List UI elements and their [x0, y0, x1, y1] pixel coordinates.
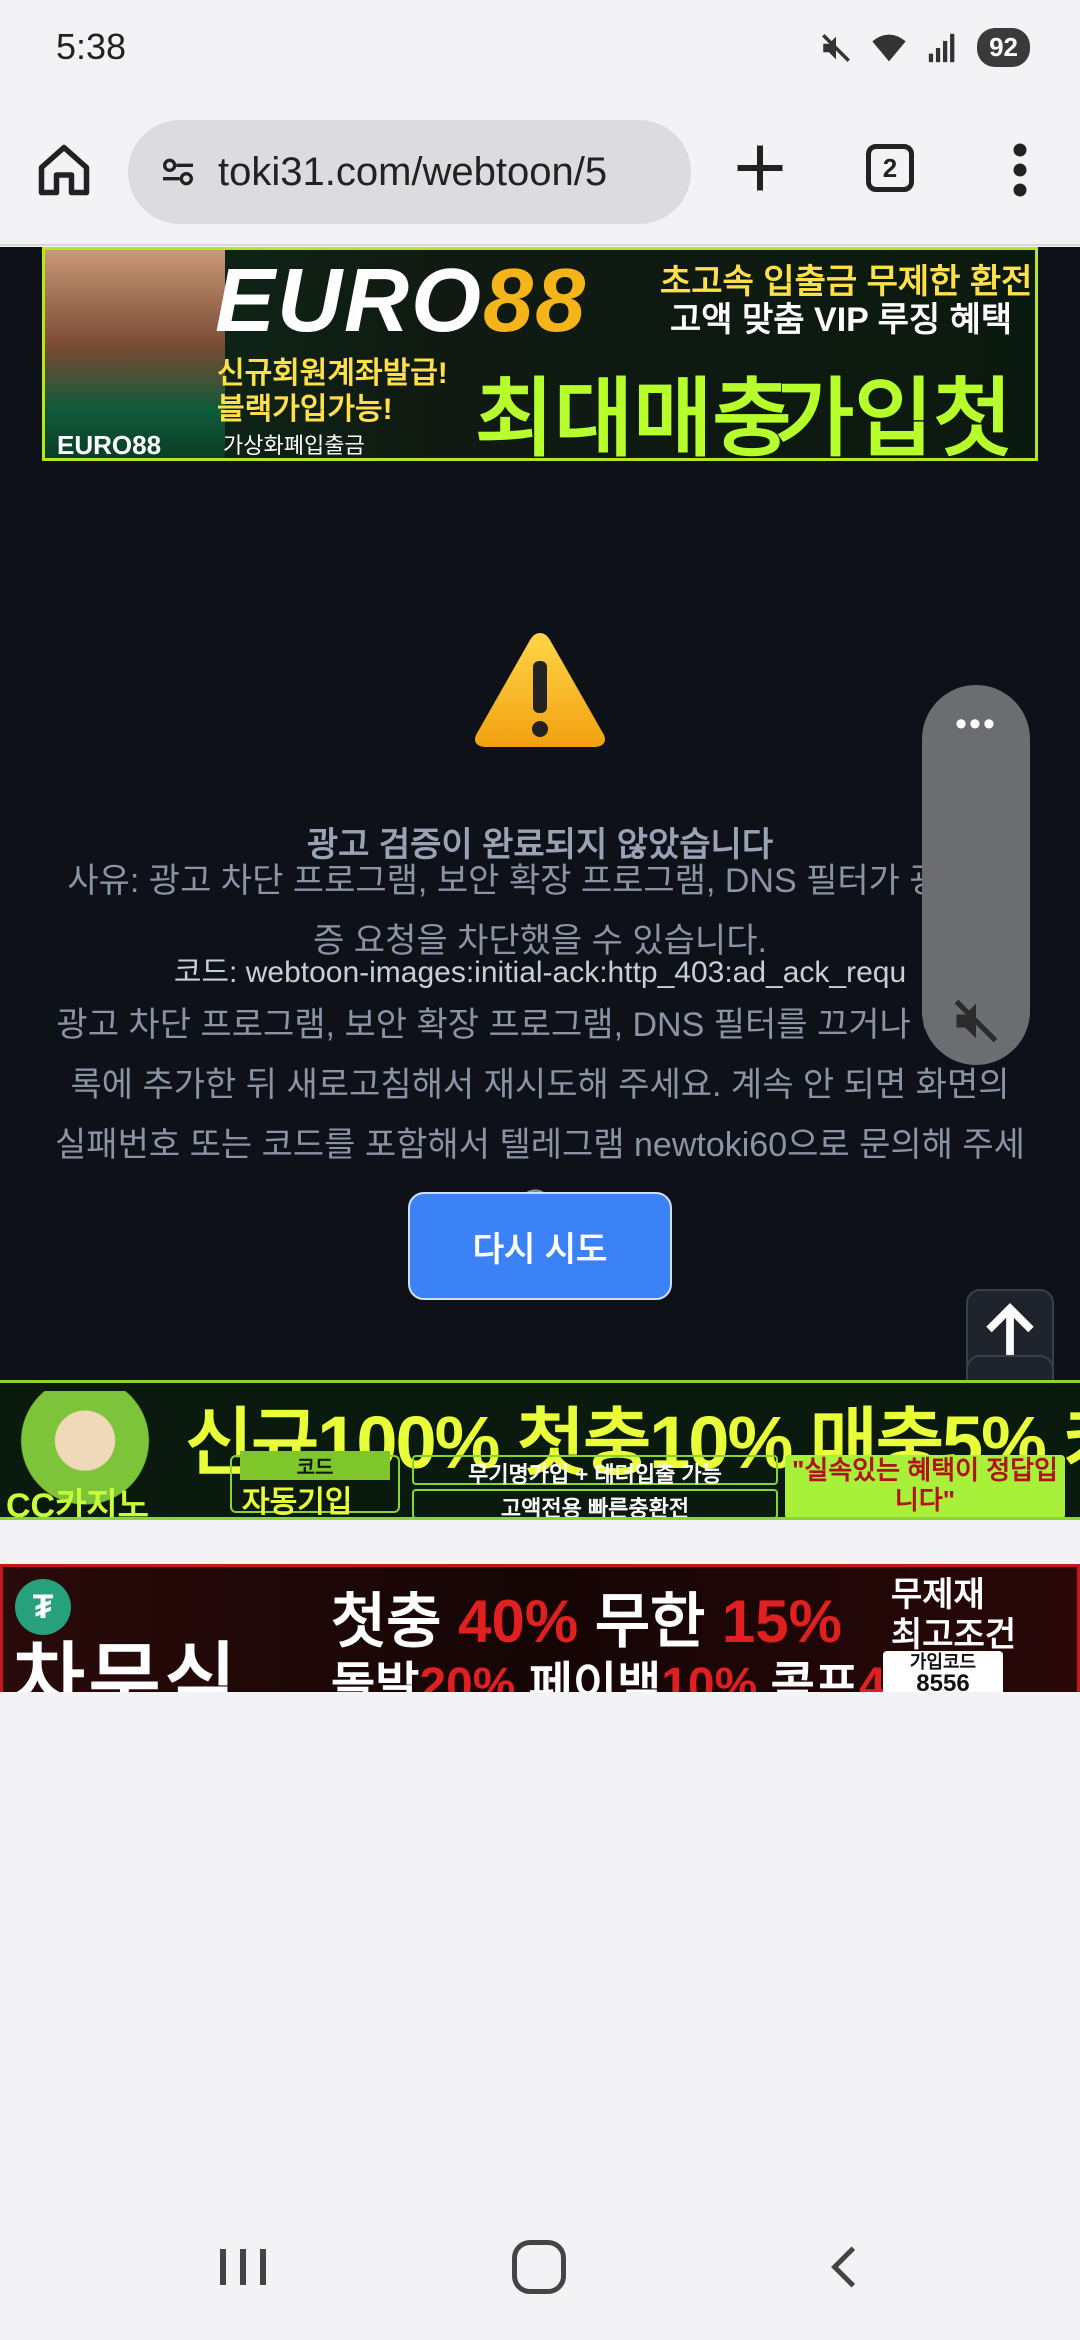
ad-auto-join: 자동기입	[242, 1486, 353, 1519]
ad-join-code: 가입코드 8556	[883, 1651, 1003, 1692]
ad-line: 고액 맞춤 VIP 루징 혜택	[670, 301, 1013, 339]
ad-slogan: "실속있는 혜택이 정답입니다"	[785, 1455, 1065, 1517]
url-text: toki31.com/webtoon/5	[218, 149, 608, 194]
ad-banner-chamusik[interactable]: ₮ 차무식 첫충 40% 무한 15% 돌발20% 페이백10% 콤프4% 무제…	[0, 1564, 1080, 1692]
home-icon[interactable]	[34, 140, 94, 200]
warning-icon	[475, 633, 605, 747]
plus-icon[interactable]	[730, 138, 790, 198]
floating-media-panel[interactable]: •••	[922, 685, 1030, 1065]
system-nav-bar	[0, 2188, 1080, 2340]
more-vert-icon[interactable]	[1000, 140, 1040, 200]
ad-banner-cc-casino[interactable]: CC카지노 신규100% 첫충10% 매충5% 카지노1% 슬롯3% 코드 자동…	[0, 1380, 1080, 1520]
panel-more-icon[interactable]: •••	[922, 705, 1030, 744]
volume-off-icon[interactable]	[950, 995, 1002, 1047]
recent-apps-icon[interactable]	[214, 2246, 274, 2288]
ad-brand: 차무식	[13, 1635, 241, 1692]
status-bar: 5:38 92	[0, 0, 1080, 100]
signal-icon	[928, 33, 955, 62]
ad-brand: CC카지노	[6, 1487, 149, 1520]
tab-count: 2	[882, 152, 898, 183]
tab-switcher-button[interactable]: 2	[866, 144, 914, 192]
error-code: 코드: webtoon-images:initial-ack:http_403:…	[173, 956, 907, 989]
home-circle-icon[interactable]	[512, 2240, 566, 2294]
ad-line: 돌발20% 페이백10% 콤프4%	[331, 1659, 928, 1692]
retry-button[interactable]: 다시 시도	[408, 1192, 672, 1300]
ad-small-brand: EURO88	[57, 430, 162, 460]
status-icons: 92	[819, 28, 1030, 67]
wifi-icon	[872, 34, 906, 61]
browser-toolbar: toki31.com/webtoon/5 2	[0, 100, 1080, 246]
ad-feature: 고액전용 빠른충환전	[412, 1489, 778, 1517]
ad-headline: 가입첫충 20%	[775, 371, 1013, 461]
ad-brand: EURO88	[215, 251, 588, 351]
ad-line: 블랙가입가능!	[217, 393, 393, 426]
address-bar[interactable]: toki31.com/webtoon/5	[128, 120, 691, 224]
web-page: EURO88 초고속 입출금 무제한 환전 고액 맞춤 VIP 루징 혜택 신규…	[0, 247, 1080, 1692]
ad-line: 가상화폐입출금	[223, 433, 365, 458]
ad-spacer	[0, 1520, 1080, 1564]
back-icon[interactable]	[820, 2242, 870, 2292]
mute-status-icon	[822, 33, 851, 62]
ad-code-label: 코드	[240, 1451, 390, 1480]
ad-side-text: 무제재 최고조건	[891, 1576, 1017, 1654]
status-time: 5:38	[56, 26, 127, 67]
battery-indicator: 92	[977, 28, 1030, 67]
ad-feature: 무기명가입 + 테더입출 가능	[412, 1455, 778, 1487]
ad-banner-euro88[interactable]: EURO88 초고속 입출금 무제한 환전 고액 맞춤 VIP 루징 혜택 신규…	[42, 247, 1038, 461]
tune-icon[interactable]	[158, 152, 198, 192]
